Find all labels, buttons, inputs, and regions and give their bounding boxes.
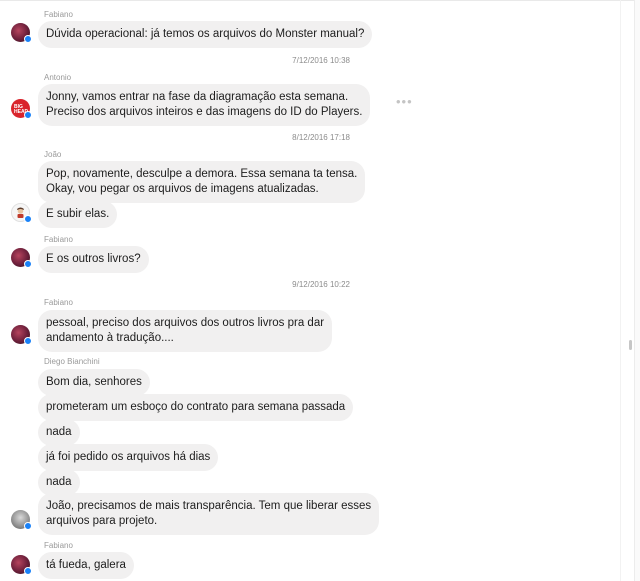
message-bubble[interactable]: nada bbox=[38, 419, 80, 446]
panel-divider bbox=[620, 0, 621, 581]
message-bubble[interactable]: E os outros livros? bbox=[38, 246, 149, 273]
fabiano-avatar[interactable] bbox=[11, 555, 32, 575]
diego-avatar[interactable] bbox=[11, 510, 32, 530]
messenger-badge-icon bbox=[24, 215, 32, 223]
message-bubble[interactable]: prometeram um esboço do contrato para se… bbox=[38, 394, 354, 421]
scrollbar-track[interactable] bbox=[634, 0, 640, 581]
message-bubble[interactable]: nada bbox=[38, 469, 80, 496]
timestamp: 7/12/2016 10:38 bbox=[292, 56, 350, 65]
sender-name: Diego Bianchini bbox=[44, 357, 100, 366]
antonio-avatar[interactable]: BIG HEAD bbox=[11, 99, 32, 119]
sender-name: Fabiano bbox=[44, 10, 73, 19]
sender-name: Antonio bbox=[44, 73, 72, 82]
message-bubble[interactable]: já foi pedido os arquivos há dias bbox=[38, 444, 219, 471]
message-bubble[interactable]: E subir elas. bbox=[38, 201, 118, 228]
sender-name: Fabiano bbox=[44, 235, 73, 244]
chat-window: Fabiano Dúvida operacional: já temos os … bbox=[0, 0, 640, 581]
messenger-badge-icon bbox=[24, 260, 32, 268]
sender-name: Fabiano bbox=[44, 541, 73, 550]
scrollbar-thumb[interactable] bbox=[629, 340, 632, 350]
top-divider bbox=[0, 0, 640, 1]
sender-name: João bbox=[44, 150, 62, 159]
message-bubble[interactable]: Bom dia, senhores bbox=[38, 369, 150, 396]
messenger-badge-icon bbox=[24, 337, 32, 345]
timestamp: 9/12/2016 10:22 bbox=[292, 280, 350, 289]
joao-avatar[interactable] bbox=[11, 203, 32, 223]
messenger-badge-icon bbox=[24, 111, 32, 119]
more-options-icon[interactable]: ••• bbox=[396, 94, 413, 109]
messenger-badge-icon bbox=[24, 522, 32, 530]
messenger-badge-icon bbox=[24, 567, 32, 575]
fabiano-avatar[interactable] bbox=[11, 325, 32, 345]
message-bubble[interactable]: Pop, novamente, desculpe a demora. Essa … bbox=[38, 161, 366, 203]
sender-name: Fabiano bbox=[44, 298, 73, 307]
messenger-badge-icon bbox=[24, 35, 32, 43]
message-bubble[interactable]: pessoal, preciso dos arquivos dos outros… bbox=[38, 310, 333, 352]
fabiano-avatar[interactable] bbox=[11, 23, 32, 43]
fabiano-avatar[interactable] bbox=[11, 248, 32, 268]
timestamp: 8/12/2016 17:18 bbox=[292, 133, 350, 142]
message-bubble[interactable]: Dúvida operacional: já temos os arquivos… bbox=[38, 21, 373, 48]
message-bubble[interactable]: Jonny, vamos entrar na fase da diagramaç… bbox=[38, 84, 371, 126]
message-bubble[interactable]: João, precisamos de mais transparência. … bbox=[38, 493, 380, 535]
message-bubble[interactable]: tá fueda, galera bbox=[38, 552, 134, 579]
